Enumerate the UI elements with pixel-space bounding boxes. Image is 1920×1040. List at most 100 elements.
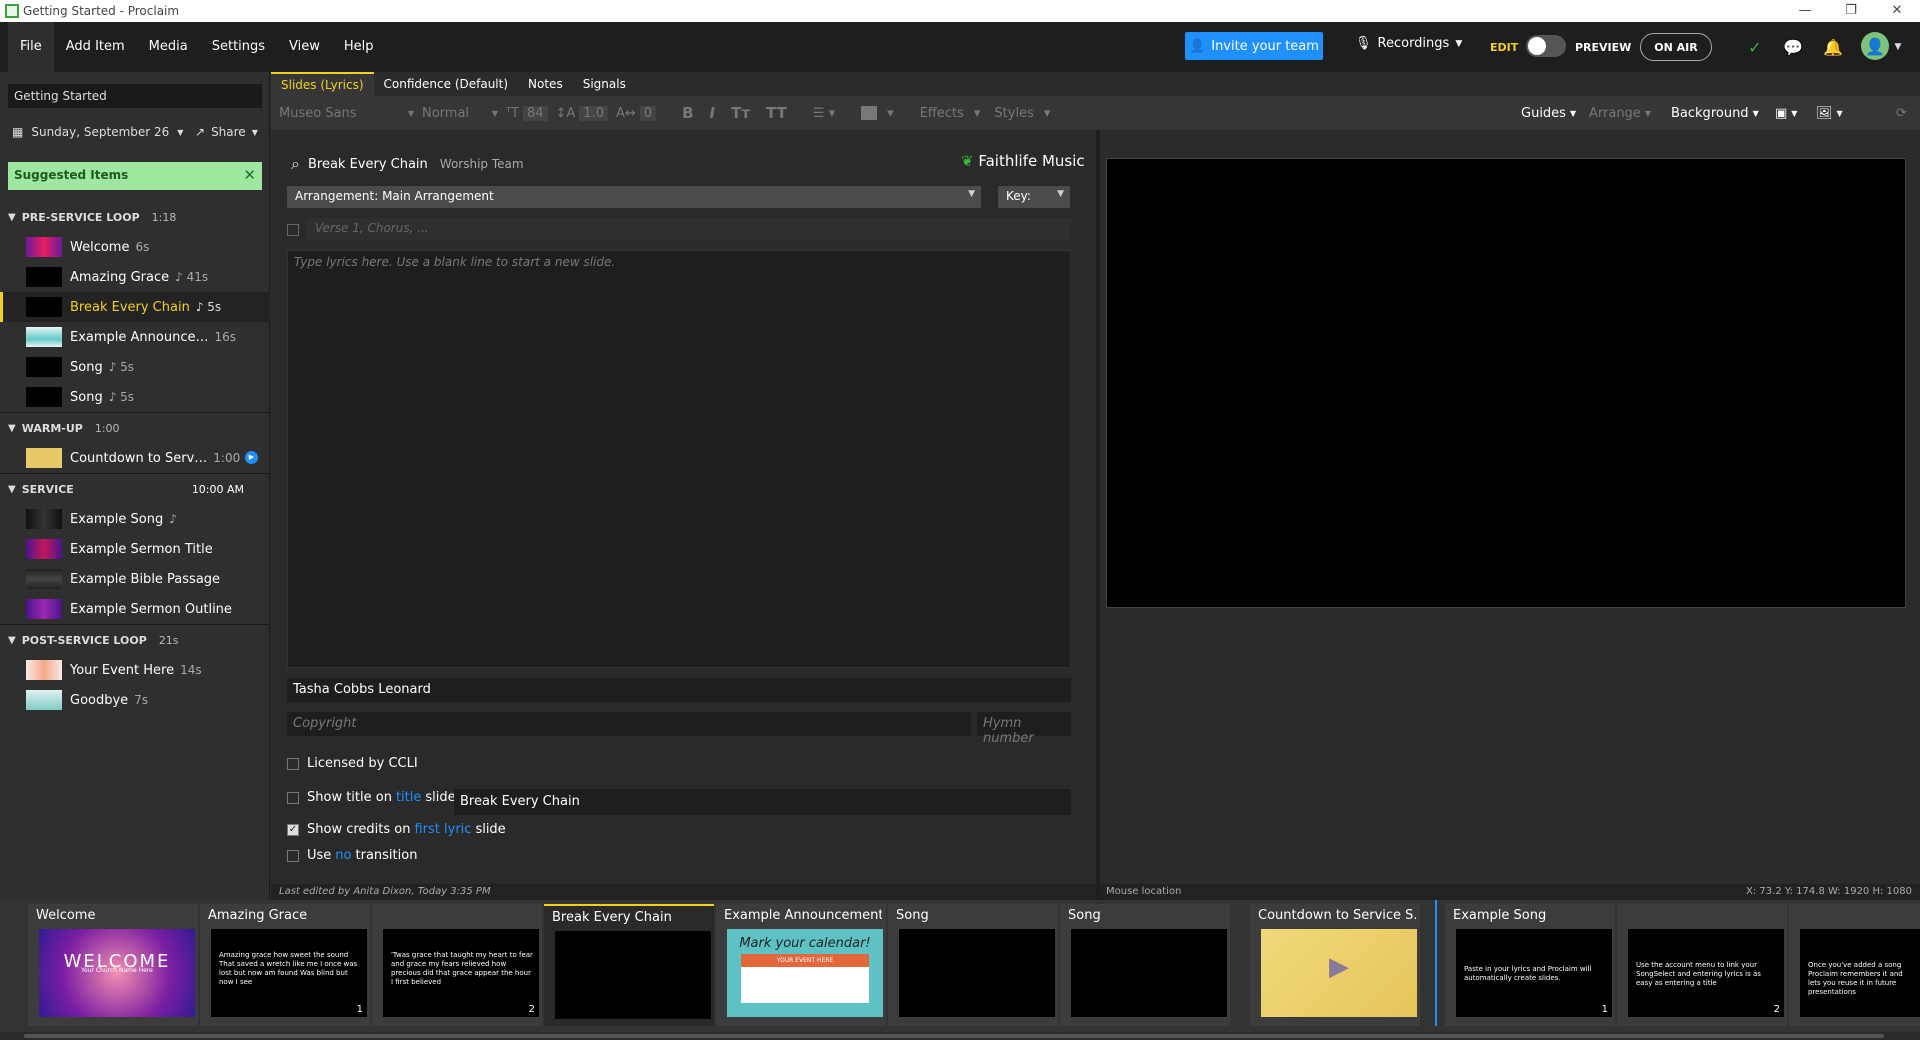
font-family-select[interactable]: Museo Sans ▼ — [279, 106, 414, 121]
bell-icon[interactable]: 🔔 — [1821, 35, 1845, 59]
collapse-triangle-icon[interactable]: ▼ — [8, 484, 16, 495]
list-item[interactable]: Example Sermon Title — [0, 534, 270, 564]
avatar[interactable]: 👤 — [1861, 32, 1889, 60]
transition-link[interactable]: no — [335, 848, 351, 863]
italic-icon[interactable]: I — [710, 104, 716, 122]
list-item[interactable]: Example Sermon Outline — [0, 594, 270, 624]
uppercase-icon[interactable]: TT — [766, 104, 787, 122]
slide-card[interactable]: Example Announcement Mark your calendar!… — [716, 904, 886, 1026]
faithlife-music-logo[interactable]: ❦ Faithlife Music — [961, 152, 1085, 170]
list-item[interactable]: Welcome 6s — [0, 232, 270, 262]
on-air-button[interactable]: ON AIR — [1640, 33, 1712, 61]
styles-menu[interactable]: Styles ▾ — [994, 106, 1050, 121]
collapse-triangle-icon[interactable]: ▼ — [8, 423, 16, 434]
section-pre-service-loop[interactable]: ▼ Pre-Service Loop 1:18 — [0, 202, 270, 232]
show-credits-option[interactable]: ✓ Show credits on first lyric slide — [287, 822, 506, 837]
copyright-field[interactable]: Copyright — [287, 712, 971, 736]
slide-card[interactable]: Use the account menu to link your SongSe… — [1617, 904, 1787, 1026]
tab-notes[interactable]: Notes — [518, 72, 573, 96]
chat-icon[interactable]: 💬 — [1781, 35, 1805, 59]
slide-card[interactable]: Amazing Grace Amazing grace how sweet th… — [200, 904, 370, 1026]
verse-input[interactable]: Verse 1, Chorus, ... — [307, 218, 1071, 240]
licensed-ccli-option[interactable]: Licensed by CCLI — [287, 756, 418, 771]
verse-checkbox[interactable] — [287, 224, 299, 236]
list-item[interactable]: Example Announce… 16s — [0, 322, 270, 352]
section-warm-up[interactable]: ▼ Warm-Up 1:00 — [0, 413, 270, 443]
font-size-stepper[interactable]: ᵀT 84 — [506, 105, 548, 121]
arrangement-select[interactable]: Arrangement: Main Arrangement ▼ — [287, 186, 981, 208]
collapse-triangle-icon[interactable]: ▼ — [8, 635, 16, 646]
invite-team-button[interactable]: 👤 Invite your team — [1185, 32, 1323, 60]
close-icon[interactable]: ✕ — [243, 166, 256, 184]
lyrics-textarea[interactable]: Type lyrics here. Use a blank line to st… — [287, 250, 1071, 668]
section-service[interactable]: ▼ Service 10:00 AM — [0, 474, 270, 504]
refresh-icon[interactable]: ⟳ — [1896, 96, 1907, 130]
first-lyric-link[interactable]: first lyric — [414, 822, 471, 837]
play-icon[interactable]: ▶ — [245, 451, 258, 464]
recordings-button[interactable]: 🎙 Recordings ▼ — [1355, 36, 1462, 51]
background-menu[interactable]: Background ▼ — [1671, 96, 1759, 130]
strip-scrollbar[interactable] — [0, 1032, 1920, 1040]
bold-icon[interactable]: B — [682, 104, 693, 122]
minimize-button[interactable]: — — [1782, 0, 1828, 22]
slide-card[interactable]: Example Song Paste in your lyrics and Pr… — [1445, 904, 1615, 1026]
title-slide-link[interactable]: title — [396, 790, 421, 805]
slide-card[interactable]: Countdown to Service S… ▶ — [1250, 904, 1420, 1026]
slide-canvas[interactable] — [1106, 158, 1906, 608]
tab-confidence[interactable]: Confidence (Default) — [374, 72, 519, 96]
presentation-title-field[interactable]: Getting Started — [8, 84, 262, 108]
show-title-checkbox[interactable] — [287, 791, 299, 804]
close-button[interactable]: ✕ — [1874, 0, 1920, 22]
list-item[interactable]: Song ♪ 5s — [0, 352, 270, 382]
slide-card[interactable]: Song — [888, 904, 1058, 1026]
menu-file[interactable]: File — [8, 22, 54, 72]
account-chevron-icon[interactable]: ▼ — [1886, 35, 1910, 59]
show-title-option[interactable]: Show title on title slide — [287, 790, 456, 805]
date-picker[interactable]: ▦ Sunday, September 26 ▼ — [12, 125, 183, 139]
text-case-icon[interactable]: Tт — [731, 104, 750, 122]
list-item[interactable]: Amazing Grace ♪ 41s — [0, 262, 270, 292]
menu-view[interactable]: View — [277, 22, 332, 72]
key-select[interactable]: Key: ▼ — [998, 186, 1070, 208]
list-item[interactable]: Goodbye 7s — [0, 685, 270, 715]
guides-menu[interactable]: Guides ▼ — [1521, 96, 1576, 130]
transition-option[interactable]: Use no transition — [287, 848, 417, 863]
menu-help[interactable]: Help — [332, 22, 386, 72]
list-item[interactable]: Your Event Here 14s — [0, 655, 270, 685]
menu-settings[interactable]: Settings — [200, 22, 277, 72]
font-weight-select[interactable]: Normal ▼ — [422, 106, 498, 121]
text-box-icon[interactable]: ▣ ▼ — [1775, 96, 1797, 130]
line-height-stepper[interactable]: ↕A 1.0 — [556, 105, 608, 121]
fill-color-icon[interactable]: ▾ — [861, 106, 894, 121]
list-item[interactable]: Example Bible Passage — [0, 564, 270, 594]
sync-ok-icon[interactable]: ✓ — [1743, 35, 1767, 59]
align-icon[interactable]: ☰ ▾ — [813, 106, 835, 121]
licensed-checkbox[interactable] — [287, 757, 299, 770]
author-field[interactable]: Tasha Cobbs Leonard — [287, 678, 1071, 702]
suggested-items-banner[interactable]: Suggested Items ✕ — [8, 162, 262, 190]
share-button[interactable]: ↗ Share ▼ — [195, 125, 258, 139]
collapse-triangle-icon[interactable]: ▼ — [8, 212, 16, 223]
edit-preview-toggle[interactable] — [1526, 35, 1566, 57]
tab-slides-lyrics[interactable]: Slides (Lyrics) — [271, 72, 374, 96]
song-search[interactable]: ⌕ Break Every Chain Worship Team — [291, 154, 524, 174]
list-item[interactable]: Example Song ♪ — [0, 504, 270, 534]
list-item[interactable]: Song ♪ 5s — [0, 382, 270, 412]
transition-checkbox[interactable] — [287, 849, 299, 862]
slide-card[interactable]: 'Twas grace that taught my heart to fear… — [372, 904, 542, 1026]
list-item-selected[interactable]: Break Every Chain ♪ 5s — [0, 292, 270, 322]
scrollbar-thumb[interactable] — [24, 1034, 1884, 1038]
hymn-number-field[interactable]: Hymn number — [977, 712, 1071, 746]
menu-media[interactable]: Media — [137, 22, 200, 72]
effects-menu[interactable]: Effects ▾ — [920, 106, 981, 121]
list-item[interactable]: Countdown to Serv… 1:00 ▶ — [0, 443, 270, 473]
tab-signals[interactable]: Signals — [573, 72, 636, 96]
slide-card[interactable]: Welcome WELCOME Your Church Name Here — [28, 904, 198, 1026]
slide-card-selected[interactable]: Break Every Chain — [544, 904, 714, 1026]
section-post-service-loop[interactable]: ▼ Post-Service Loop 21s — [0, 625, 270, 655]
image-icon[interactable]: 🖼 ▼ — [1816, 96, 1843, 130]
menu-add-item[interactable]: Add Item — [54, 22, 137, 72]
slide-card[interactable]: Once you've added a song Proclaim rememb… — [1789, 904, 1920, 1026]
show-credits-checkbox[interactable]: ✓ — [287, 823, 299, 836]
title-slide-text-field[interactable]: Break Every Chain — [454, 789, 1071, 815]
